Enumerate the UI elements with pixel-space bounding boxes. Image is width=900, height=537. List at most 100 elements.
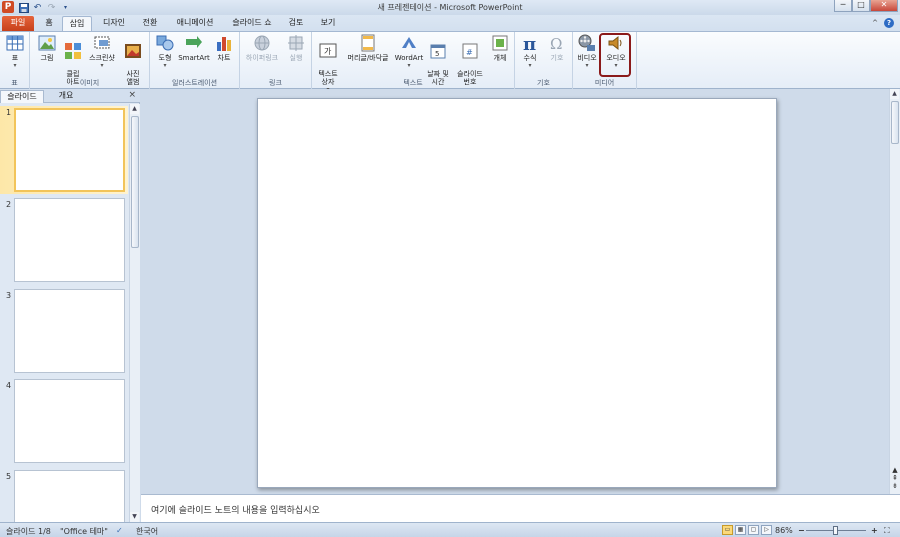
screenshot-button[interactable]: 스크린샷 ▾ xyxy=(86,34,118,70)
tab-review[interactable]: 검토 xyxy=(282,16,310,31)
scroll-up-icon[interactable]: ▲ xyxy=(890,89,899,99)
notes-pane[interactable]: 여기에 슬라이드 노트의 내용을 입력하십시오 xyxy=(141,494,900,522)
slide-scrollbar[interactable]: ▲ ▲ ⇞ ⇟ xyxy=(889,89,900,494)
clipart-icon xyxy=(65,43,81,59)
slide-number: 4 xyxy=(6,381,12,390)
slide-thumbnail[interactable] xyxy=(14,108,125,192)
tab-slideshow[interactable]: 슬라이드 쇼 xyxy=(226,16,278,31)
current-slide-canvas[interactable] xyxy=(257,98,777,488)
tab-view[interactable]: 보기 xyxy=(314,16,342,31)
reading-view-button[interactable]: ▢ xyxy=(748,525,759,535)
header-footer-icon xyxy=(361,34,375,52)
prev-next-slide-buttons[interactable]: ▲ ⇞ ⇟ xyxy=(890,466,900,490)
slide-sorter-view-button[interactable]: ▦ xyxy=(735,525,746,535)
dropdown-arrow-icon: ▾ xyxy=(100,62,104,69)
smartart-button[interactable]: SmartArt xyxy=(178,34,210,62)
shapes-button[interactable]: 도형 ▾ xyxy=(153,34,177,70)
wordart-button[interactable]: WordArt ▾ xyxy=(394,34,424,70)
svg-text:#: # xyxy=(466,48,473,57)
language-indicator[interactable]: 한국어 xyxy=(136,526,158,537)
group-images: 그림 클립 아트 스크린샷 ▾ 사진 앨범 이미지 xyxy=(30,32,150,89)
group-label-symbols: 기호 xyxy=(537,79,550,87)
slide-editing-area xyxy=(141,89,889,494)
thumbnail-scrollbar[interactable]: ▲ ▼ xyxy=(129,104,140,522)
group-symbols: π 수식 ▾ Ω 기호 기호 xyxy=(515,32,573,89)
video-button[interactable]: 비디오 ▾ xyxy=(575,34,599,70)
close-button[interactable]: ✕ xyxy=(870,0,898,12)
minimize-ribbon-icon[interactable]: ^ xyxy=(872,19,878,27)
theme-name: "Office 테마" xyxy=(60,527,108,536)
help-area: ^ ? xyxy=(872,18,894,28)
slideshow-view-button[interactable]: ▷ xyxy=(761,525,772,535)
symbol-label: 기호 xyxy=(550,54,564,62)
group-label-links: 링크 xyxy=(269,79,282,87)
tab-file[interactable]: 파일 xyxy=(2,16,34,31)
picture-icon xyxy=(38,35,56,51)
object-button[interactable]: 개체 xyxy=(488,34,512,62)
slide-number-icon: # xyxy=(462,43,478,59)
hyperlink-button[interactable]: 하이퍼링크 xyxy=(243,34,281,62)
slide-thumbnail[interactable] xyxy=(14,289,125,373)
panel-tabs: 슬라이드 개요 × xyxy=(0,89,140,103)
action-label: 실행 xyxy=(289,54,303,62)
zoom-out-button[interactable]: − xyxy=(798,526,805,535)
maximize-button[interactable]: □ xyxy=(852,0,870,12)
slide-number: 3 xyxy=(6,291,12,300)
scroll-down-icon[interactable]: ▼ xyxy=(130,512,139,522)
thumbnail-row[interactable]: 1 xyxy=(0,106,128,194)
help-icon[interactable]: ? xyxy=(884,18,894,28)
minimize-button[interactable]: ─ xyxy=(834,0,852,12)
ribbon-tabs: 파일 홈 삽입 디자인 전환 애니메이션 슬라이드 쇼 검토 보기 ^ ? xyxy=(0,15,900,31)
table-button[interactable]: 표 ▾ xyxy=(3,34,27,70)
screenshot-icon xyxy=(94,36,110,49)
thumbnail-row[interactable]: 3 xyxy=(0,289,128,377)
thumbnail-row[interactable]: 5 xyxy=(0,470,128,522)
slide-number: 1 xyxy=(6,108,12,117)
status-bar: 슬라이드 1/8 "Office 테마" ✓ 한국어 ▭ ▦ ▢ ▷ 86% −… xyxy=(0,522,900,537)
thumbnail-row[interactable]: 4 xyxy=(0,379,128,467)
photo-album-icon xyxy=(125,44,141,58)
scrollbar-thumb[interactable] xyxy=(891,101,899,144)
film-reel-icon xyxy=(578,34,595,51)
tab-outline[interactable]: 개요 xyxy=(46,90,86,103)
tab-animations[interactable]: 애니메이션 xyxy=(168,16,222,31)
window-title: 새 프레젠테이션 - Microsoft PowerPoint xyxy=(377,3,523,12)
scroll-up-icon[interactable]: ▲ xyxy=(130,104,139,114)
thumbnail-list: 1 2 3 4 5 xyxy=(0,104,128,522)
tab-transitions[interactable]: 전환 xyxy=(136,16,164,31)
shapes-icon xyxy=(156,35,174,51)
zoom-in-button[interactable]: + xyxy=(871,526,878,535)
tab-design[interactable]: 디자인 xyxy=(96,16,132,31)
spellcheck-icon[interactable]: ✓ xyxy=(116,526,123,535)
chart-button[interactable]: 차트 xyxy=(212,34,236,62)
hyperlink-label: 하이퍼링크 xyxy=(245,54,279,62)
slide-thumbnail[interactable] xyxy=(14,198,125,282)
symbol-button[interactable]: Ω 기호 xyxy=(545,34,569,62)
table-label: 표 xyxy=(11,54,19,62)
thumbnail-row[interactable]: 2 xyxy=(0,198,128,286)
scrollbar-thumb[interactable] xyxy=(131,116,139,248)
picture-button[interactable]: 그림 xyxy=(34,34,60,62)
close-panel-icon[interactable]: × xyxy=(128,90,136,100)
zoom-slider-knob[interactable] xyxy=(833,526,838,535)
header-footer-button[interactable]: 머리글/바닥글 xyxy=(343,34,393,62)
fit-to-window-icon[interactable]: ⛶ xyxy=(884,526,890,536)
table-icon xyxy=(6,35,24,51)
equation-button[interactable]: π 수식 ▾ xyxy=(518,34,542,70)
tab-insert[interactable]: 삽입 xyxy=(62,16,92,31)
notes-placeholder[interactable]: 여기에 슬라이드 노트의 내용을 입력하십시오 xyxy=(151,503,320,516)
zoom-level[interactable]: 86% xyxy=(775,526,793,535)
slide-thumbnail[interactable] xyxy=(14,379,125,463)
normal-view-button[interactable]: ▭ xyxy=(722,525,733,535)
action-button[interactable]: 실행 xyxy=(284,34,308,62)
dropdown-arrow-icon: ▾ xyxy=(163,62,167,69)
tab-slides[interactable]: 슬라이드 xyxy=(0,90,44,103)
smartart-label: SmartArt xyxy=(178,54,210,62)
header-footer-label: 머리글/바닥글 xyxy=(347,54,389,62)
slide-thumbnail[interactable] xyxy=(14,470,125,522)
group-label-illustrations: 일러스트레이션 xyxy=(171,79,218,87)
tab-home[interactable]: 홈 xyxy=(38,16,60,31)
svg-text:5: 5 xyxy=(435,50,439,58)
slides-panel: 슬라이드 개요 × 1 2 3 4 5 ▲ ▼ xyxy=(0,89,140,522)
slide-number: 2 xyxy=(6,200,12,209)
